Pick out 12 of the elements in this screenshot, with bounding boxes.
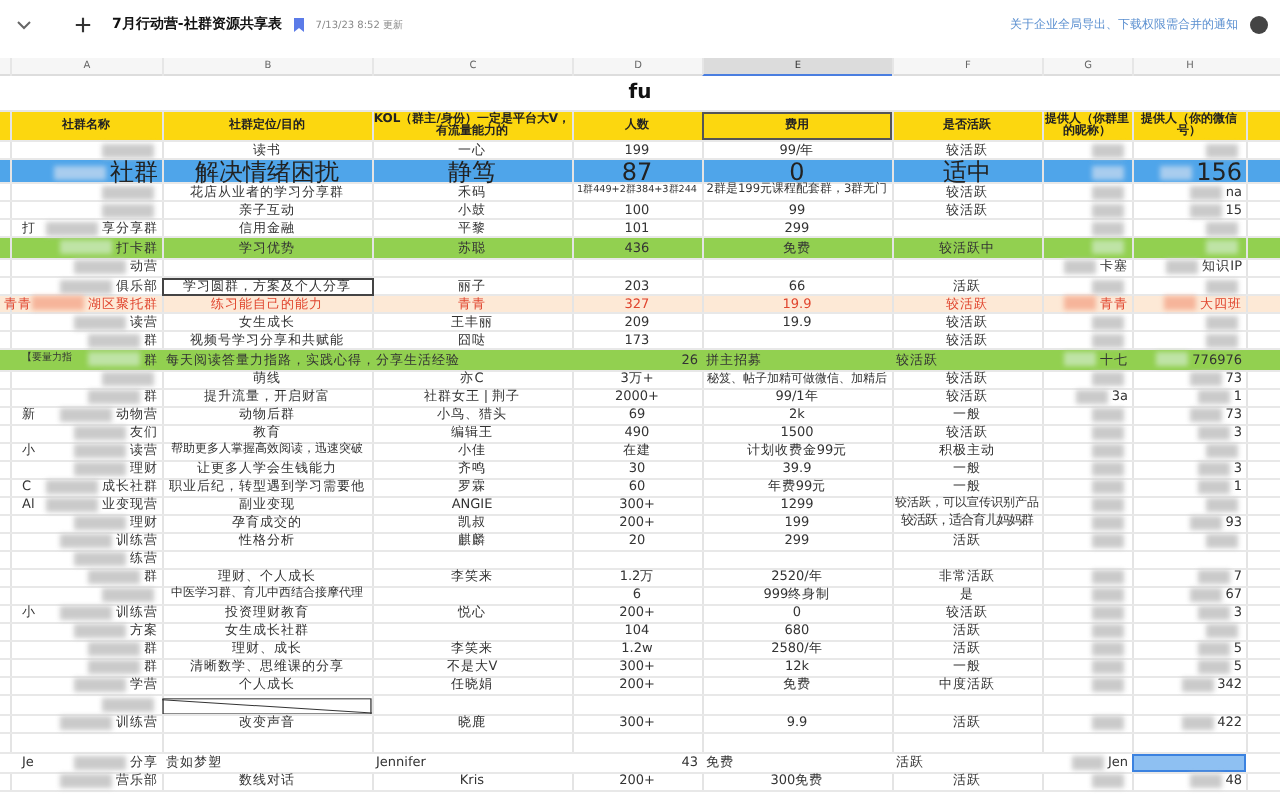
chevron-down-icon[interactable] bbox=[16, 19, 32, 29]
cell-text: 0 bbox=[789, 160, 805, 184]
plus-icon bbox=[73, 15, 91, 33]
cell-text: 社群 bbox=[110, 160, 158, 184]
cell-text: 156 bbox=[1196, 160, 1242, 184]
bookmark-icon[interactable] bbox=[293, 17, 304, 31]
cell-text: 静笃 bbox=[448, 160, 496, 184]
cell-text: 适中 bbox=[943, 160, 991, 184]
sheet-title: fu bbox=[628, 82, 652, 104]
cell-text: 解决情绪困扰 bbox=[195, 160, 339, 184]
avatar[interactable] bbox=[1250, 15, 1268, 33]
cell-text: 87 bbox=[621, 160, 653, 184]
